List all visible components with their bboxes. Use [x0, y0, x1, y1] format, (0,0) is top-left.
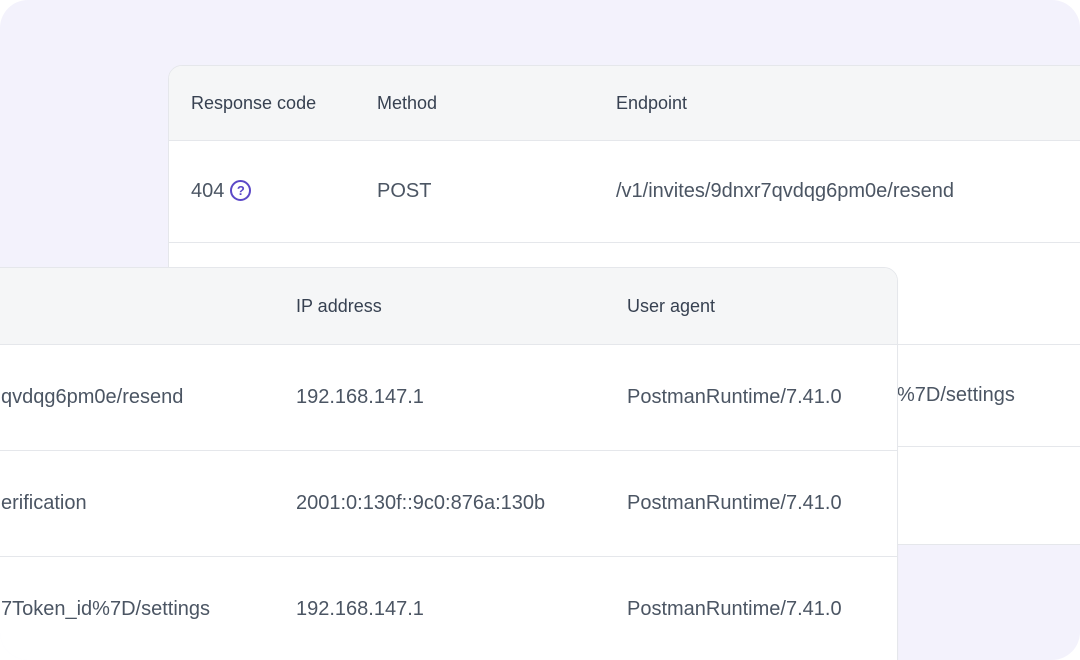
endpoint-cell: erification [1, 492, 87, 514]
table-row[interactable]: erification 2001:0:130f::9c0:876a:130b P… [0, 451, 897, 557]
endpoint-cell: %7D/settings [897, 384, 1015, 406]
user-agent-cell: PostmanRuntime/7.41.0 [627, 492, 842, 514]
column-header-user-agent[interactable]: User agent [627, 268, 715, 344]
user-agent-cell: PostmanRuntime/7.41.0 [627, 598, 842, 620]
ip-address-cell: 192.168.147.1 [296, 598, 424, 620]
column-header-response-code[interactable]: Response code [191, 66, 316, 140]
canvas: Response code Method Endpoint 404? POST … [0, 0, 1080, 660]
column-header-method[interactable]: Method [377, 66, 437, 140]
table-row[interactable]: 7Token_id%7D/settings 192.168.147.1 Post… [0, 557, 897, 660]
table-header: IP address User agent [0, 268, 897, 345]
ip-address-cell: 2001:0:130f::9c0:876a:130b [296, 492, 546, 514]
column-header-ip-address[interactable]: IP address [296, 268, 382, 344]
ip-address-cell: 192.168.147.1 [296, 386, 424, 408]
response-code-cell: 404? [191, 141, 252, 242]
user-agent-cell: PostmanRuntime/7.41.0 [627, 386, 842, 408]
table-row[interactable]: 404? POST /v1/invites/9dnxr7qvdqg6pm0e/r… [169, 141, 1080, 243]
response-code-value: 404 [191, 180, 225, 202]
endpoint-cell: /v1/invites/9dnxr7qvdqg6pm0e/resend [616, 180, 954, 202]
table-row[interactable]: qvdqg6pm0e/resend 192.168.147.1 PostmanR… [0, 345, 897, 451]
help-icon[interactable]: ? [230, 180, 252, 201]
column-header-endpoint[interactable]: Endpoint [616, 66, 687, 140]
request-log-table-front: IP address User agent qvdqg6pm0e/resend … [0, 267, 898, 660]
method-cell: POST [377, 180, 432, 202]
endpoint-cell: 7Token_id%7D/settings [1, 598, 211, 620]
table-header: Response code Method Endpoint [169, 66, 1080, 141]
endpoint-cell: qvdqg6pm0e/resend [1, 386, 184, 408]
